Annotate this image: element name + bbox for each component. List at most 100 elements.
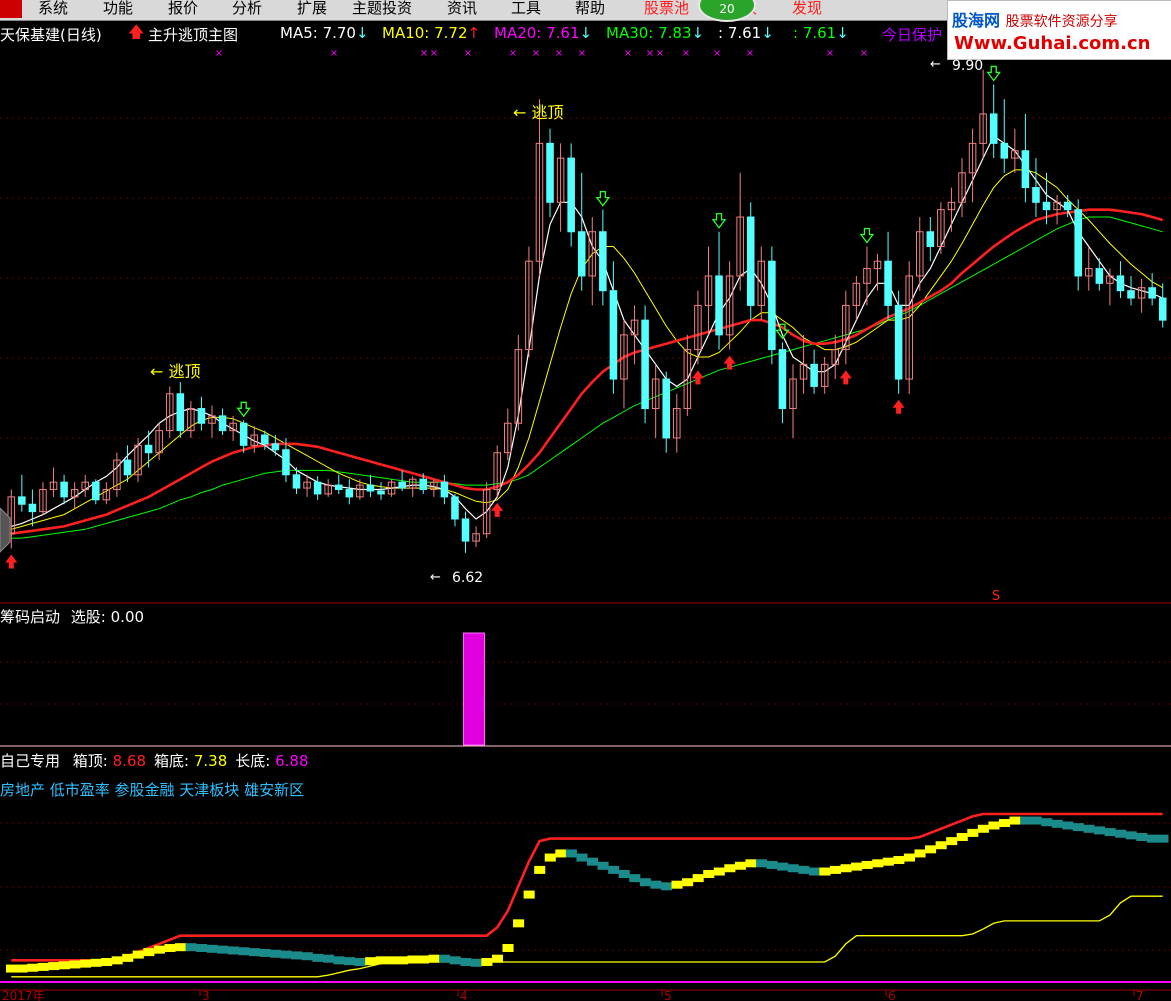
candle-41 xyxy=(440,474,449,505)
box-mid-step-6 xyxy=(69,960,81,969)
candle-52 xyxy=(556,143,565,232)
stock-title[interactable]: 天保基建(日线) xyxy=(0,24,102,45)
candle-73 xyxy=(778,342,787,424)
box-mid-step-92 xyxy=(977,824,989,833)
candle-33 xyxy=(356,479,364,500)
ma10-line xyxy=(11,169,1163,530)
signal-mark-0: × xyxy=(215,48,223,59)
chip-panel-title: 筹码启动 选股: 0.00 xyxy=(0,606,144,627)
menu-item-8[interactable]: 帮助 xyxy=(575,0,605,20)
menu-item-6[interactable]: 资讯 xyxy=(447,0,477,20)
candle-body xyxy=(28,503,37,513)
menu-item-1[interactable]: 功能 xyxy=(103,0,133,20)
box-mid-step-51 xyxy=(544,853,556,862)
candle-body xyxy=(725,275,734,336)
candle-body xyxy=(102,489,111,501)
indicator-name[interactable]: 主升逃顶主图 xyxy=(148,24,238,45)
menu-item-11[interactable]: 发现 xyxy=(792,0,822,20)
candle-body xyxy=(461,518,470,542)
menu-item-0[interactable]: 系统 xyxy=(38,0,68,20)
candle-body xyxy=(1000,142,1009,159)
candle-23 xyxy=(250,426,259,453)
candle-109 xyxy=(1158,283,1167,328)
menu-item-5[interactable]: 主题投资 xyxy=(352,0,412,20)
box-mid-step-73 xyxy=(777,862,789,871)
box-mid-step-61 xyxy=(650,880,662,889)
stock-chart[interactable]: × × × × × × × × × × × × × × × × ×← 逃顶← 逃顶← 9.90← 6.62S 201… xyxy=(0,0,1171,1001)
box-mid-step-40 xyxy=(428,954,440,963)
candle-body xyxy=(419,478,428,491)
candle-body xyxy=(303,481,311,489)
box-mid-step-107 xyxy=(1136,833,1148,841)
candle-50 xyxy=(535,99,544,276)
box-mid-step-2 xyxy=(27,963,39,972)
watermark-title: 股海网 股票软件资源分享 xyxy=(952,7,1118,31)
sell-arrow-icon-5 xyxy=(986,65,1001,82)
escape-top-label-1: ← 逃顶 xyxy=(150,362,201,381)
box-mid-step-1 xyxy=(16,964,28,973)
menu-item-7[interactable]: 工具 xyxy=(511,0,541,20)
signal-mark-3: × xyxy=(430,48,438,59)
candle-74 xyxy=(789,364,797,438)
candle-88 xyxy=(937,202,945,254)
ma-value-5: : 7.61↓ xyxy=(793,24,849,42)
ma-text: MA10: 7.72 xyxy=(382,24,468,42)
box-mid-step-33 xyxy=(354,957,366,966)
candle-8 xyxy=(92,479,100,505)
candle-5 xyxy=(60,474,68,505)
box-field-2: 长底: 6.88 xyxy=(235,752,308,770)
box-mid-step-102 xyxy=(1083,824,1095,833)
box-mid-step-96 xyxy=(1020,816,1032,825)
candle-body xyxy=(1011,150,1019,159)
candle-53 xyxy=(567,143,575,247)
candle-body xyxy=(440,481,449,498)
candle-22 xyxy=(239,420,248,453)
box-mid-step-80 xyxy=(851,862,863,871)
box-mid-step-109 xyxy=(1157,834,1169,843)
box-mid-step-98 xyxy=(1041,818,1053,827)
menu-item-3[interactable]: 分析 xyxy=(232,0,262,20)
buy-arrow-icon-2 xyxy=(691,370,704,385)
box-field-value: 6.88 xyxy=(270,752,309,770)
menu-item-9[interactable]: 股票池 xyxy=(644,0,689,20)
candle-65 xyxy=(694,290,702,365)
watermark-url: Www.Guhai.com.cn xyxy=(954,33,1151,54)
axis-label-first: 2017年 xyxy=(2,989,45,1001)
menu-item-4[interactable]: 扩展 xyxy=(297,0,327,20)
candle-91 xyxy=(968,128,977,203)
candle-body xyxy=(218,415,227,432)
candle-body xyxy=(662,378,671,439)
candle-body xyxy=(1053,201,1061,211)
candle-body xyxy=(599,231,607,292)
box-mid-step-57 xyxy=(608,865,620,874)
menu-item-2[interactable]: 报价 xyxy=(168,0,198,20)
candle-body xyxy=(324,484,332,495)
candle-body xyxy=(810,363,818,387)
candle-93 xyxy=(989,84,998,159)
candle-body xyxy=(842,304,850,351)
box-mid-step-60 xyxy=(639,878,651,887)
candle-68 xyxy=(725,261,734,350)
candle-body xyxy=(947,201,956,211)
box-mid-step-23 xyxy=(248,948,261,957)
box-mid-step-26 xyxy=(280,950,292,959)
candle-body xyxy=(546,142,554,203)
candle-6 xyxy=(70,482,79,509)
candle-58 xyxy=(620,320,628,409)
app-logo-icon[interactable] xyxy=(0,0,22,18)
candle-25 xyxy=(271,435,280,456)
candle-body xyxy=(567,157,575,233)
candle-body xyxy=(1032,187,1040,203)
candle-body xyxy=(271,443,280,451)
box-mid-step-8 xyxy=(90,958,102,967)
box-mid-step-36 xyxy=(386,956,398,965)
candle-body xyxy=(937,209,945,247)
ma-value-2: MA20: 7.61↓ xyxy=(494,24,592,42)
box-mid-step-11 xyxy=(122,953,134,962)
box-mid-step-66 xyxy=(703,870,715,878)
chip-signal-bar xyxy=(463,632,486,746)
ma-value-4: : 7.61↓ xyxy=(718,24,774,42)
candle-55 xyxy=(588,217,597,306)
candle-103 xyxy=(1095,258,1104,291)
box-mid-step-47 xyxy=(502,944,514,952)
